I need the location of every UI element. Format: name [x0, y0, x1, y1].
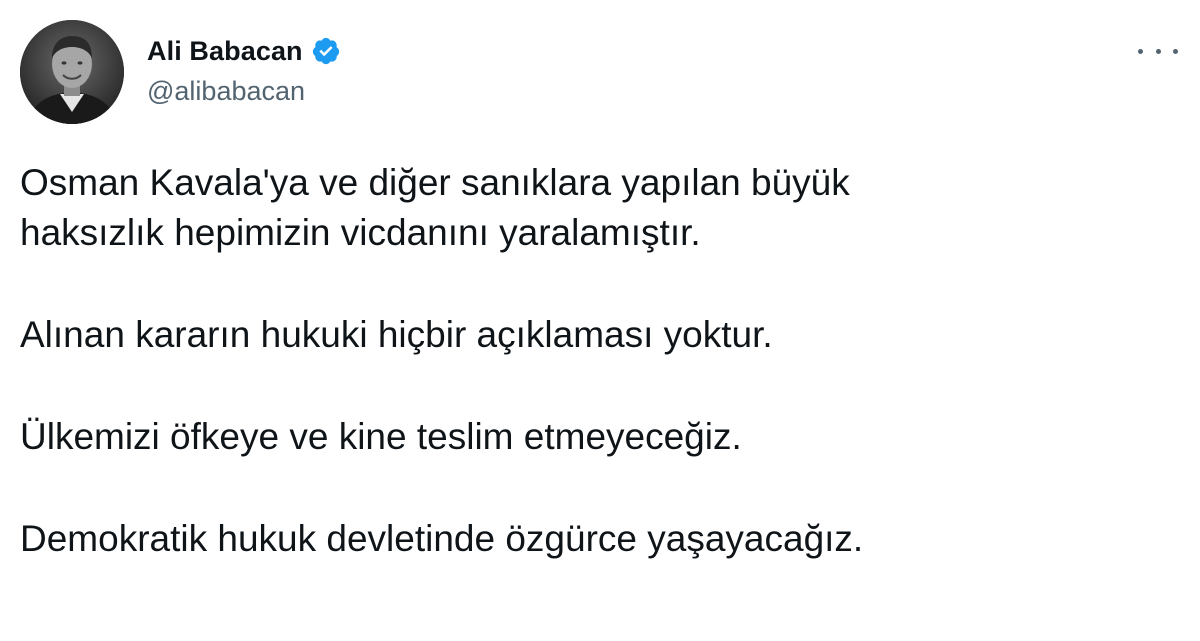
author-handle[interactable]: @alibabacan: [147, 76, 305, 107]
author-display-name[interactable]: Ali Babacan: [147, 36, 303, 67]
tweet-paragraph: Alınan kararın hukuki hiçbir açıklaması …: [20, 310, 1180, 360]
tweet-card: Ali Babacan @alibabacan Osman Kavala'ya …: [0, 0, 1200, 641]
tweet-paragraph: Osman Kavala'ya ve diğer sanıklara yapıl…: [20, 158, 1180, 258]
tweet-paragraph: Demokratik hukuk devletinde özgürce yaşa…: [20, 514, 1180, 564]
tweet-line: haksızlık hepimizin vicdanını yaralamışt…: [20, 212, 701, 253]
more-options-icon[interactable]: [1138, 36, 1178, 66]
verified-badge-icon: [311, 36, 341, 66]
tweet-text: Osman Kavala'ya ve diğer sanıklara yapıl…: [20, 158, 1180, 564]
author-name-row: Ali Babacan: [147, 31, 341, 71]
dot: [1155, 48, 1161, 54]
tweet-line: Ülkemizi öfkeye ve kine teslim etmeyeceğ…: [20, 416, 742, 457]
dot: [1173, 48, 1178, 54]
tweet-line: Alınan kararın hukuki hiçbir açıklaması …: [20, 314, 773, 355]
tweet-paragraph: Ülkemizi öfkeye ve kine teslim etmeyeceğ…: [20, 412, 1180, 462]
profile-photo: [20, 20, 124, 124]
dot: [1138, 48, 1143, 54]
avatar[interactable]: [20, 20, 124, 124]
tweet-line: Demokratik hukuk devletinde özgürce yaşa…: [20, 518, 864, 559]
tweet-line: Osman Kavala'ya ve diğer sanıklara yapıl…: [20, 162, 850, 203]
